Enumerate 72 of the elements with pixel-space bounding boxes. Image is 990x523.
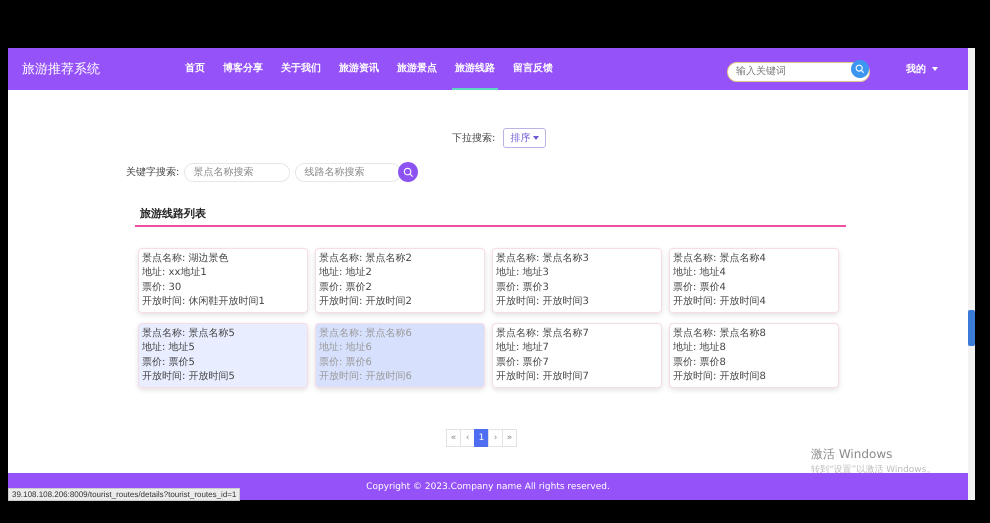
card-text: 地址: 地址7 bbox=[496, 342, 550, 354]
route-card[interactable]: 景点名称: 景点名称5 地址: 地址5 票价: 票价5 开放时间: 开放时间5 bbox=[138, 323, 308, 388]
card-text: 景点名称: 景点名称6 bbox=[319, 328, 413, 340]
card-text: 开放时间: 开放时间2 bbox=[319, 296, 413, 308]
route-card[interactable]: 景点名称: 景点名称3 地址: 地址3 票价: 票价3 开放时间: 开放时间3 bbox=[492, 248, 662, 313]
route-card[interactable]: 景点名称: 湖边景色 地址: xx地址1 票价: 30 开放时间: 休闲鞋开放时间1 bbox=[138, 248, 308, 313]
card-text: 景点名称: 景点名称7 bbox=[496, 328, 590, 340]
card-text: 景点名称: 景点名称3 bbox=[496, 253, 590, 266]
card-text: 票价: 票价2 bbox=[319, 282, 373, 294]
card-text: 地址: 地址3 bbox=[496, 267, 550, 280]
card-text: 地址: 地址2 bbox=[319, 267, 373, 280]
caret-icon bbox=[533, 136, 540, 140]
card-text: 景点名称: 湖边景色 bbox=[142, 253, 230, 266]
nav-link[interactable]: 旅游景点 bbox=[394, 48, 440, 90]
site-title[interactable]: 旅游推荐系统 bbox=[22, 60, 182, 78]
search-icon bbox=[855, 64, 865, 74]
section-title: 旅游线路列表 bbox=[140, 207, 206, 220]
search-field[interactable]: 线路名称搜索 bbox=[295, 162, 402, 182]
card-text: 票价: 票价3 bbox=[496, 282, 550, 294]
card-text: 地址: 地址8 bbox=[673, 342, 727, 354]
card-text: 开放时间: 开放时间8 bbox=[673, 370, 767, 383]
filter-label: 关键字搜索: bbox=[126, 166, 180, 179]
scrollbar-thumb[interactable] bbox=[968, 310, 975, 346]
card-text: 票价: 票价5 bbox=[142, 356, 196, 369]
nav-link[interactable]: 留言反馈 bbox=[510, 48, 556, 90]
status-bar-url: 39.108.108.206:8009/tourist_routes/details?tourist_routes_id=1 bbox=[8, 488, 240, 501]
search-field[interactable]: 景点名称搜索 bbox=[184, 162, 290, 182]
search-button[interactable] bbox=[851, 60, 869, 78]
route-card[interactable]: 景点名称: 景点名称4 地址: 地址4 票价: 票价4 开放时间: 开放时间4 bbox=[669, 248, 839, 313]
page-link[interactable]: › bbox=[488, 429, 503, 447]
card-text: 开放时间: 休闲鞋开放时间1 bbox=[142, 296, 266, 308]
scrollbar[interactable] bbox=[968, 48, 975, 500]
card-text: 地址: xx地址1 bbox=[142, 267, 208, 280]
search-field[interactable]: 输入关键词 bbox=[727, 62, 870, 82]
caret-icon bbox=[932, 67, 938, 71]
route-card[interactable]: 景点名称: 景点名称2 地址: 地址2 票价: 票价2 开放时间: 开放时间2 bbox=[315, 248, 485, 313]
card-text: 景点名称: 景点名称5 bbox=[142, 328, 236, 340]
nav-link[interactable]: 关于我们 bbox=[278, 48, 324, 90]
card-text: 地址: 地址6 bbox=[319, 342, 373, 354]
card-text: 票价: 票价4 bbox=[673, 282, 727, 294]
card-text: 开放时间: 开放时间4 bbox=[673, 296, 767, 308]
filter-label: 下拉搜索: bbox=[452, 132, 496, 145]
card-text: 票价: 票价6 bbox=[319, 356, 373, 369]
card-text: 开放时间: 开放时间6 bbox=[319, 370, 413, 383]
copyright-text: Copyright © 2023.Company name All rights reserved. bbox=[366, 482, 610, 492]
nav-link[interactable]: 旅游资讯 bbox=[336, 48, 382, 90]
activation-notice: 激活 Windows bbox=[811, 446, 894, 463]
sort-dropdown[interactable]: 排序 bbox=[503, 128, 546, 148]
card-text: 景点名称: 景点名称2 bbox=[319, 253, 413, 266]
user-menu[interactable]: 我的 bbox=[906, 62, 938, 76]
page-link[interactable]: » bbox=[502, 429, 517, 447]
nav-link[interactable]: 博客分享 bbox=[220, 48, 266, 90]
card-text: 票价: 30 bbox=[142, 282, 182, 294]
card-text: 票价: 票价8 bbox=[673, 356, 727, 369]
route-card[interactable]: 景点名称: 景点名称7 地址: 地址7 票价: 票价7 开放时间: 开放时间7 bbox=[492, 323, 662, 388]
card-text: 地址: 地址4 bbox=[673, 267, 727, 280]
page-link[interactable]: 1 bbox=[474, 429, 489, 447]
card-text: 开放时间: 开放时间5 bbox=[142, 370, 236, 383]
card-text: 景点名称: 景点名称4 bbox=[673, 253, 767, 266]
search-button[interactable] bbox=[398, 162, 418, 182]
route-card[interactable]: 景点名称: 景点名称8 地址: 地址8 票价: 票价8 开放时间: 开放时间8 bbox=[669, 323, 839, 388]
card-text: 景点名称: 景点名称8 bbox=[673, 328, 767, 340]
route-card[interactable]: 景点名称: 景点名称6 地址: 地址6 票价: 票价6 开放时间: 开放时间6 bbox=[315, 323, 485, 388]
nav-link[interactable]: 首页 bbox=[182, 48, 208, 90]
card-text: 开放时间: 开放时间3 bbox=[496, 296, 590, 308]
activation-notice: 转到“设置”以激活 Windows。 bbox=[811, 464, 936, 476]
card-text: 开放时间: 开放时间7 bbox=[496, 370, 590, 383]
nav-link[interactable]: 旅游线路 bbox=[452, 48, 498, 90]
card-text: 地址: 地址5 bbox=[142, 342, 196, 354]
card-text: 票价: 票价7 bbox=[496, 356, 550, 369]
page-link[interactable]: « bbox=[446, 429, 461, 447]
search-icon bbox=[402, 166, 414, 178]
